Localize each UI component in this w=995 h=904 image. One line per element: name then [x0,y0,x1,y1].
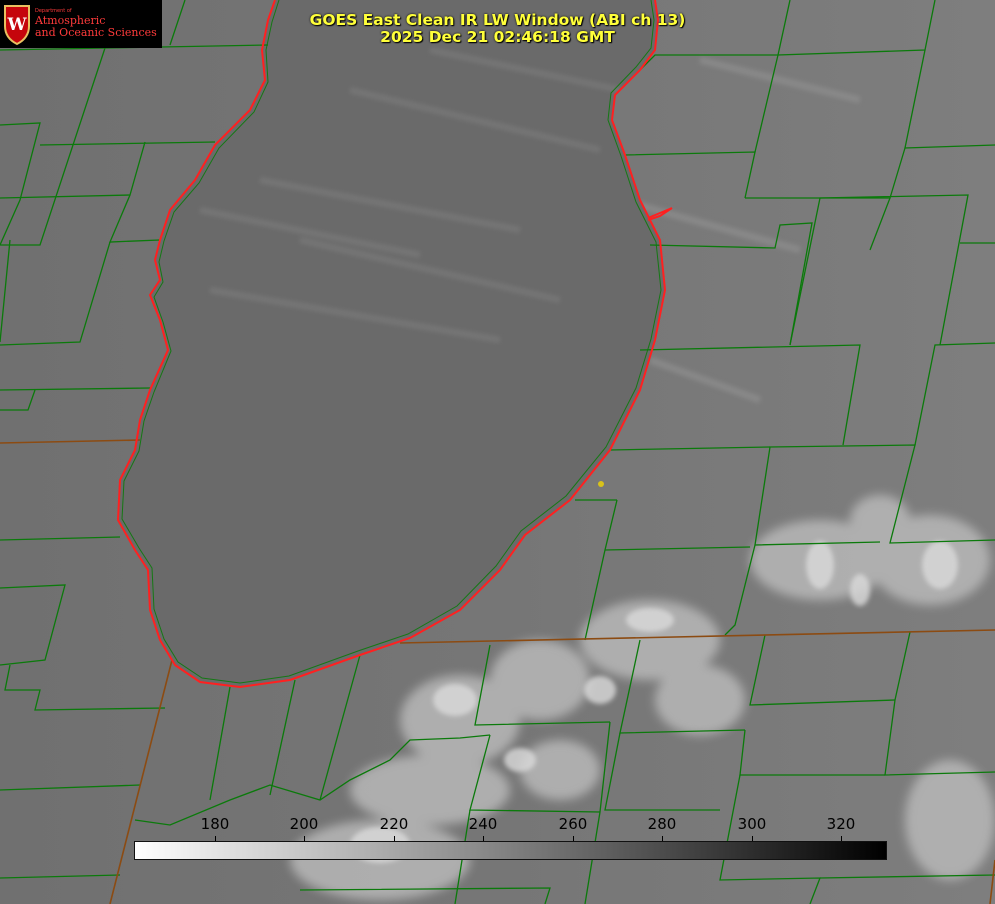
colorbar-tick-label: 300 [737,815,767,833]
colorbar-tick-label: 320 [826,815,856,833]
title-product: GOES East Clean IR LW Window (ABI ch 13) [309,11,686,29]
colorbar-tick-label: 220 [379,815,409,833]
colorbar-tick-label: 180 [200,815,230,833]
colorbar-tick-label: 280 [647,815,677,833]
temperature-colorbar [134,841,887,860]
colorbar-tick-label: 240 [468,815,498,833]
satellite-map[interactable] [0,0,995,904]
location-marker[interactable] [598,481,604,487]
title-timestamp: 2025 Dec 21 02:46:18 GMT [380,28,615,46]
image-title: GOES East Clean IR LW Window (ABI ch 13)… [0,12,995,46]
colorbar-tick-label: 200 [289,815,319,833]
colorbar-tick-label: 260 [558,815,588,833]
satellite-image-viewer: W Department of Atmospheric and Oceanic … [0,0,995,904]
